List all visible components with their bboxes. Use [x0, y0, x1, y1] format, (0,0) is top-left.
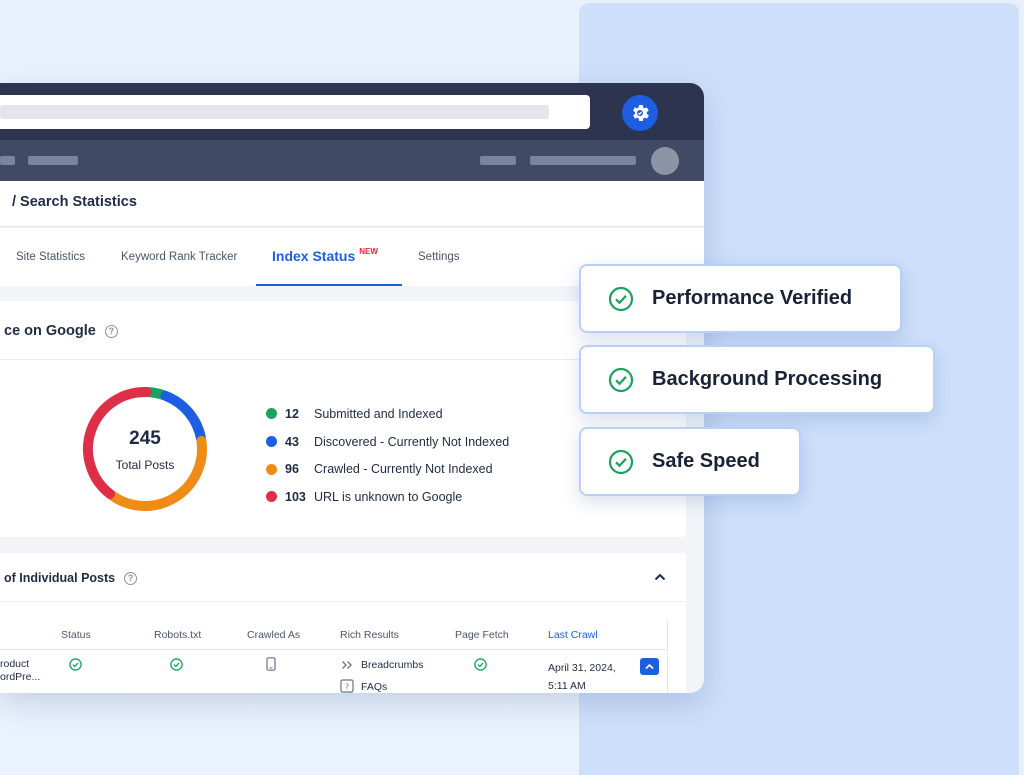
badge-label: Performance Verified: [652, 287, 853, 309]
plugin-gear-button[interactable]: [622, 95, 658, 131]
nav-item-placeholder[interactable]: [530, 156, 636, 165]
tab-site-statistics[interactable]: Site Statistics: [16, 228, 85, 286]
breadcrumb-icon: [342, 661, 352, 669]
card-title: of Individual Posts ?: [4, 571, 138, 585]
status-legend: 12 Submitted and Indexed 43 Discovered -…: [266, 400, 509, 511]
post-name-line: ordPre...: [0, 671, 41, 683]
gear-icon: [633, 105, 649, 121]
column-header-status[interactable]: Status: [61, 620, 91, 649]
legend-dot: [266, 463, 277, 475]
column-header-last-crawl[interactable]: Last Crawl: [548, 620, 598, 649]
legend-dot: [266, 436, 277, 448]
nav-item-placeholder[interactable]: [28, 156, 78, 165]
last-crawl-date: April 31, 2024, 5:11 AM: [548, 659, 616, 693]
post-name[interactable]: roduct ordPre...: [0, 658, 40, 684]
legend-count: 103: [285, 489, 306, 504]
tab-label: Index Status: [272, 248, 356, 264]
help-icon[interactable]: ?: [104, 324, 118, 338]
rich-result-breadcrumbs: Breadcrumbs: [361, 659, 424, 671]
tab-label: Site Statistics: [16, 251, 86, 263]
legend-label: Discovered - Currently Not Indexed: [314, 434, 510, 449]
tab-index-status[interactable]: Index Status NEW: [256, 228, 402, 286]
card-title: ce on Google ?: [4, 323, 118, 339]
svg-text:?: ?: [345, 683, 349, 692]
check-circle-icon: [608, 449, 634, 474]
rich-result-faqs: FAQs: [361, 681, 388, 693]
card-title-text: ce on Google: [4, 323, 96, 339]
column-header-rich-results[interactable]: Rich Results: [340, 620, 399, 649]
legend-dot: [266, 408, 277, 420]
tab-keyword-rank-tracker[interactable]: Keyword Rank Tracker: [121, 228, 237, 286]
mobile-device-icon: [266, 657, 276, 671]
address-bar[interactable]: [0, 95, 590, 129]
badge-label: Safe Speed: [652, 450, 760, 472]
performance-card: ce on Google ? 245 Total Posts 12 Submit…: [0, 301, 686, 537]
chevron-up-icon: [645, 663, 654, 670]
legend-label: URL is unknown to Google: [314, 489, 463, 504]
total-posts-label: Total Posts: [115, 458, 175, 472]
check-circle-icon: [474, 658, 487, 671]
breadcrumb-bar: / Search Statistics: [0, 181, 704, 227]
faq-icon: ?: [340, 679, 354, 693]
admin-navbar: [0, 140, 704, 181]
column-header-page-fetch[interactable]: Page Fetch: [455, 620, 509, 649]
check-circle-icon: [69, 658, 82, 671]
browser-titlebar: [0, 83, 704, 140]
address-placeholder-line: [0, 105, 549, 119]
total-posts-count: 245: [129, 428, 161, 449]
badge-background-processing: Background Processing: [579, 345, 935, 414]
legend-item-unknown: 103 URL is unknown to Google: [266, 483, 509, 511]
expand-row-button[interactable]: [640, 658, 659, 675]
post-name-line: roduct: [0, 658, 30, 670]
last-crawl-line: April 31, 2024,: [548, 662, 616, 674]
breadcrumb: / Search Statistics: [12, 194, 137, 210]
check-circle-icon: [170, 658, 183, 671]
last-crawl-line: 5:11 AM: [548, 680, 586, 692]
legend-label: Submitted and Indexed: [314, 406, 443, 421]
avatar[interactable]: [651, 147, 679, 175]
column-header-crawled-as[interactable]: Crawled As: [247, 620, 300, 649]
help-icon[interactable]: ?: [124, 571, 138, 585]
column-header-robots[interactable]: Robots.txt: [154, 620, 201, 649]
badge-performance-verified: Performance Verified: [579, 264, 902, 333]
individual-posts-card: of Individual Posts ? Status Robots.txt …: [0, 553, 686, 693]
legend-count: 96: [285, 462, 299, 477]
tab-label: Keyword Rank Tracker: [121, 251, 238, 263]
chevron-up-icon[interactable]: [654, 572, 666, 582]
badge-safe-speed: Safe Speed: [579, 427, 801, 496]
posts-table: Status Robots.txt Crawled As Rich Result…: [0, 620, 668, 693]
legend-dot: [266, 491, 277, 503]
new-badge: NEW: [359, 246, 378, 256]
check-circle-icon: [608, 367, 634, 392]
badge-label: Background Processing: [652, 368, 883, 390]
legend-count: 43: [285, 434, 299, 449]
tab-settings[interactable]: Settings: [418, 228, 460, 286]
divider: [0, 649, 668, 650]
legend-label: Crawled - Currently Not Indexed: [314, 462, 493, 477]
legend-item-discovered: 43 Discovered - Currently Not Indexed: [266, 428, 509, 456]
check-circle-icon: [608, 286, 634, 311]
legend-item-crawled: 96 Crawled - Currently Not Indexed: [266, 455, 509, 483]
card-title-text: of Individual Posts: [4, 571, 116, 585]
legend-item-indexed: 12 Submitted and Indexed: [266, 400, 509, 428]
nav-item-placeholder[interactable]: [480, 156, 516, 165]
nav-item-placeholder[interactable]: [0, 156, 15, 165]
legend-count: 12: [285, 406, 299, 421]
divider: [0, 601, 686, 602]
tab-label: Settings: [418, 251, 460, 263]
donut-segment-crawled: [106, 435, 207, 511]
